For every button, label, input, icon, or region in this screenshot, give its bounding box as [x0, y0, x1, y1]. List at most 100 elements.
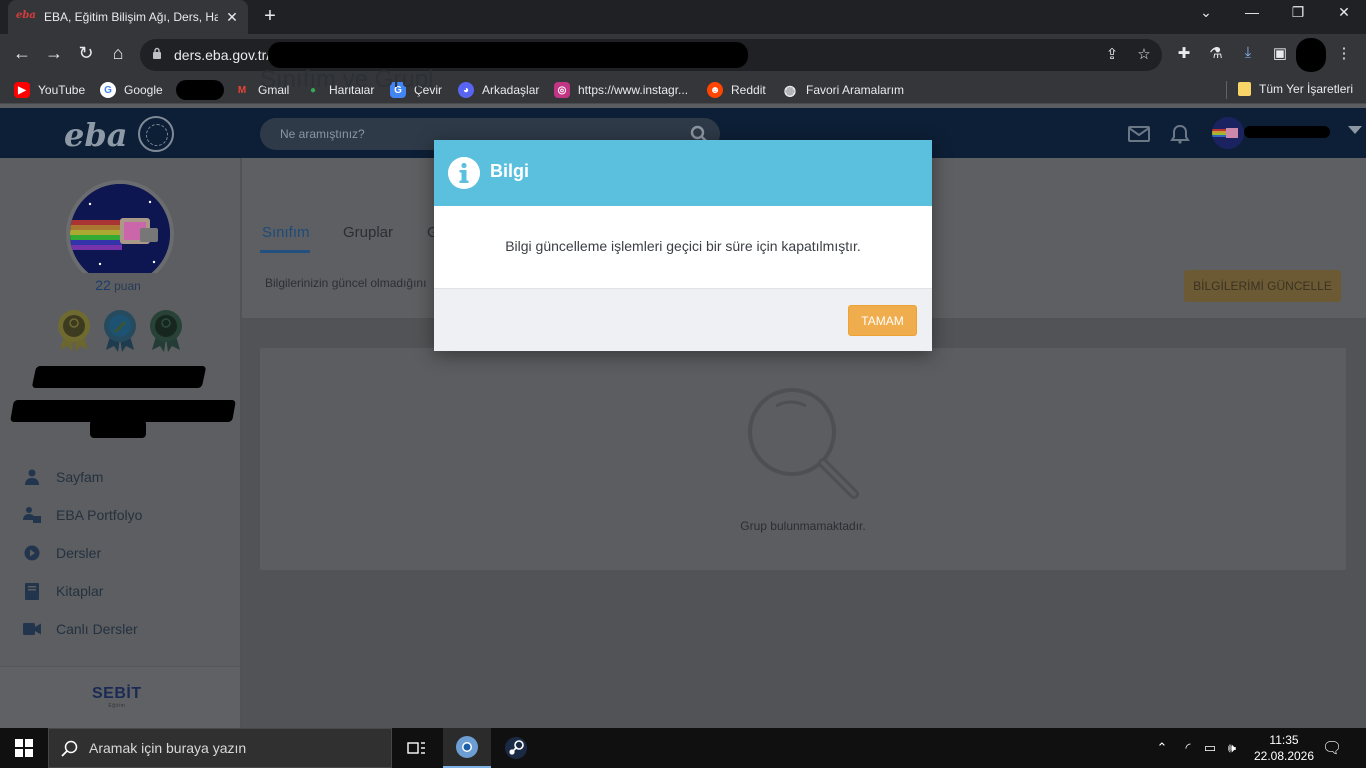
points-label: puan: [114, 279, 141, 293]
nyan-cat-avatar-icon: [1212, 117, 1244, 149]
modal-message: Bilgi güncelleme işlemleri geçici bir sü…: [505, 238, 861, 254]
folder-icon: [1238, 82, 1251, 96]
steam-icon: [505, 737, 527, 759]
modal-footer: TAMAM: [434, 288, 932, 351]
sidebar-item-canli-dersler[interactable]: Canlı Dersler: [22, 620, 138, 638]
lock-icon[interactable]: [152, 47, 162, 59]
windows-taskbar: ⌃ ◜ ▭ 🕪 11:35 22.08.2026 🗨: [0, 728, 1366, 768]
ok-button[interactable]: TAMAM: [848, 305, 917, 336]
tab-title: EBA, Eğitim Bilişim Ağı, Ders, Haber: [44, 10, 218, 24]
browser-toolbar: ← → ↻ ⌂ ders.eba.gov.tr/ ⇪ ☆ ✚ ⚗ ⤓ ▣ ⋮: [0, 34, 1366, 76]
task-view-icon: [407, 742, 425, 754]
empty-search-icon: [748, 388, 859, 499]
nyan-cat-profile-icon: [70, 184, 170, 284]
meb-seal-icon: [138, 116, 174, 152]
modal-header: Bilgi: [434, 140, 932, 206]
user-avatar[interactable]: [1212, 117, 1244, 149]
taskbar-search-icon: [61, 740, 78, 757]
menu-kebab-icon[interactable]: ⋮: [1334, 44, 1354, 62]
volume-icon[interactable]: 🕪: [1222, 740, 1242, 756]
notification-bell-icon[interactable]: [1169, 124, 1191, 144]
eba-logo[interactable]: eba: [64, 116, 127, 154]
forward-button[interactable]: →: [42, 43, 66, 64]
user-menu-caret-icon[interactable]: [1348, 126, 1362, 134]
profile-avatar-redacted[interactable]: [1296, 38, 1326, 72]
points-display: 22 puan: [70, 273, 166, 297]
extensions-icon[interactable]: ✚: [1174, 44, 1194, 62]
start-button[interactable]: [0, 728, 48, 768]
browser-tab[interactable]: eba EBA, Eğitim Bilişim Ağı, Ders, Haber…: [8, 0, 248, 34]
minimize-button[interactable]: —: [1242, 4, 1262, 20]
empty-groups-text: Grup bulunmamaktadır.: [740, 519, 866, 533]
taskbar-search-box[interactable]: [48, 728, 392, 768]
page-title: Sınıfım ve Grupl: [260, 66, 434, 93]
sebit-logo: SEBİT Eğitim: [92, 685, 142, 709]
discord-icon: ◕: [458, 82, 474, 98]
portfolio-icon: [22, 506, 42, 524]
download-icon[interactable]: ⤓: [1238, 44, 1258, 61]
bookmark-google[interactable]: G Google: [100, 82, 163, 98]
new-tab-button[interactable]: +: [258, 5, 282, 28]
battery-icon[interactable]: ▭: [1200, 740, 1220, 756]
sidebar-item-eba-portfolyo[interactable]: EBA Portfolyo: [22, 506, 142, 524]
modal-body: Bilgi güncelleme işlemleri geçici bir sü…: [434, 206, 932, 288]
all-bookmarks-folder[interactable]: Tüm Yer İşaretleri: [1238, 82, 1353, 96]
google-icon: G: [100, 82, 116, 98]
tab-sinifim[interactable]: Sınıfım: [262, 224, 310, 241]
share-icon[interactable]: ⇪: [1102, 45, 1122, 63]
video-camera-icon: [22, 620, 42, 638]
wifi-icon[interactable]: ◜: [1178, 740, 1198, 756]
tab-search-chevron-icon[interactable]: ⌄: [1196, 4, 1216, 21]
restore-button[interactable]: ❐: [1288, 4, 1308, 21]
redacted-bookmark: [176, 80, 224, 100]
side-panel-icon[interactable]: ▣: [1270, 44, 1290, 62]
tray-expand-icon[interactable]: ⌃: [1152, 740, 1172, 756]
sidebar-item-kitaplar[interactable]: Kitaplar: [22, 582, 103, 600]
notification-center-icon[interactable]: 🗨: [1322, 738, 1342, 758]
browser-tab-strip: eba EBA, Eğitim Bilişim Ağı, Ders, Haber…: [0, 0, 1366, 34]
taskbar-search-input[interactable]: [89, 729, 379, 767]
task-view-button[interactable]: [392, 728, 440, 768]
profile-badge-icon[interactable]: [148, 308, 184, 352]
reload-button[interactable]: ↻: [74, 43, 98, 64]
active-tab-indicator: [260, 250, 310, 253]
taskbar-clock[interactable]: 11:35 22.08.2026: [1248, 732, 1320, 764]
bookmark-youtube[interactable]: ▶ YouTube: [14, 82, 85, 98]
update-info-button[interactable]: BİLGİLERİMİ GÜNCELLE: [1184, 270, 1341, 302]
clock-date: 22.08.2026: [1253, 749, 1315, 763]
back-button[interactable]: ←: [10, 43, 34, 64]
taskbar-steam-app[interactable]: [492, 728, 540, 768]
taskbar-chrome-app[interactable]: [443, 728, 491, 768]
sidebar-footer: SEBİT Eğitim: [0, 666, 240, 728]
mail-icon[interactable]: [1128, 124, 1150, 144]
reddit-icon: ☻: [707, 82, 723, 98]
user-icon: [22, 468, 42, 486]
profile-picture[interactable]: [66, 180, 174, 288]
bookmark-favorite-searches[interactable]: ◍ Favori Aramalarım: [782, 82, 904, 98]
windows-logo-icon: [15, 739, 33, 757]
modal-title: Bilgi: [490, 161, 529, 181]
bookmark-star-icon[interactable]: ☆: [1134, 45, 1154, 63]
globe-icon: ◍: [783, 81, 797, 98]
lab-flask-icon[interactable]: ⚗: [1206, 44, 1226, 62]
info-modal: Bilgi Bilgi güncelleme işlemleri geçici …: [434, 140, 932, 351]
sidebar-item-dersler[interactable]: Dersler: [22, 544, 101, 562]
close-window-button[interactable]: ✕: [1334, 4, 1354, 21]
sidebar-item-sayfam[interactable]: Sayfam: [22, 468, 103, 486]
sidebar: 22 puan Sayfam EBA Portfolyo Dersler Kit…: [0, 158, 240, 728]
tab-gruplar[interactable]: Gruplar: [343, 224, 393, 241]
bookmark-instagram[interactable]: ◎ https://www.instagr...: [554, 82, 688, 98]
redacted-class-name: [90, 420, 146, 438]
book-icon: [22, 582, 42, 600]
tab-close-icon[interactable]: ✕: [224, 9, 240, 26]
browser-app-icon: [456, 736, 478, 758]
achievement-badge-icon[interactable]: [56, 308, 92, 352]
info-icon: [448, 157, 480, 189]
youtube-icon: ▶: [14, 82, 30, 98]
redacted-url-mark: [268, 42, 748, 68]
redacted-school-name: [10, 400, 236, 422]
home-button[interactable]: ⌂: [106, 43, 130, 64]
bookmark-reddit[interactable]: ☻ Reddit: [707, 82, 766, 98]
writer-badge-icon[interactable]: [102, 308, 138, 352]
bookmark-discord[interactable]: ◕ Arkadaşlar: [458, 82, 539, 98]
